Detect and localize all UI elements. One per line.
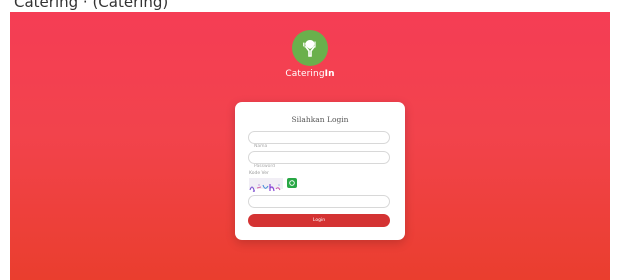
brand-prefix: Catering xyxy=(285,69,325,79)
top-cut-text: Catering · (Catering) xyxy=(14,0,169,11)
refresh-icon xyxy=(289,180,295,186)
captcha-image xyxy=(249,178,283,192)
password-input[interactable] xyxy=(249,161,389,172)
catering-logo-icon xyxy=(292,30,328,66)
utensils-symbol xyxy=(303,40,316,57)
captcha-field[interactable] xyxy=(248,195,390,216)
password-field[interactable] xyxy=(248,151,390,172)
brand-name: CateringIn xyxy=(0,69,620,79)
captcha-label: Kode Ver xyxy=(249,171,269,176)
captcha-glyphs xyxy=(249,184,281,192)
page: Catering · (Catering) CateringIn Silahka… xyxy=(0,0,620,280)
username-field[interactable] xyxy=(248,131,390,152)
brand-logo xyxy=(292,30,328,66)
top-cut-text-strip: Catering · (Catering) xyxy=(0,0,620,12)
login-button[interactable]: Login xyxy=(248,214,390,227)
refresh-captcha-button[interactable] xyxy=(287,178,297,188)
brand-suffix: In xyxy=(324,69,335,79)
login-title: Silahkan Login xyxy=(291,115,349,124)
